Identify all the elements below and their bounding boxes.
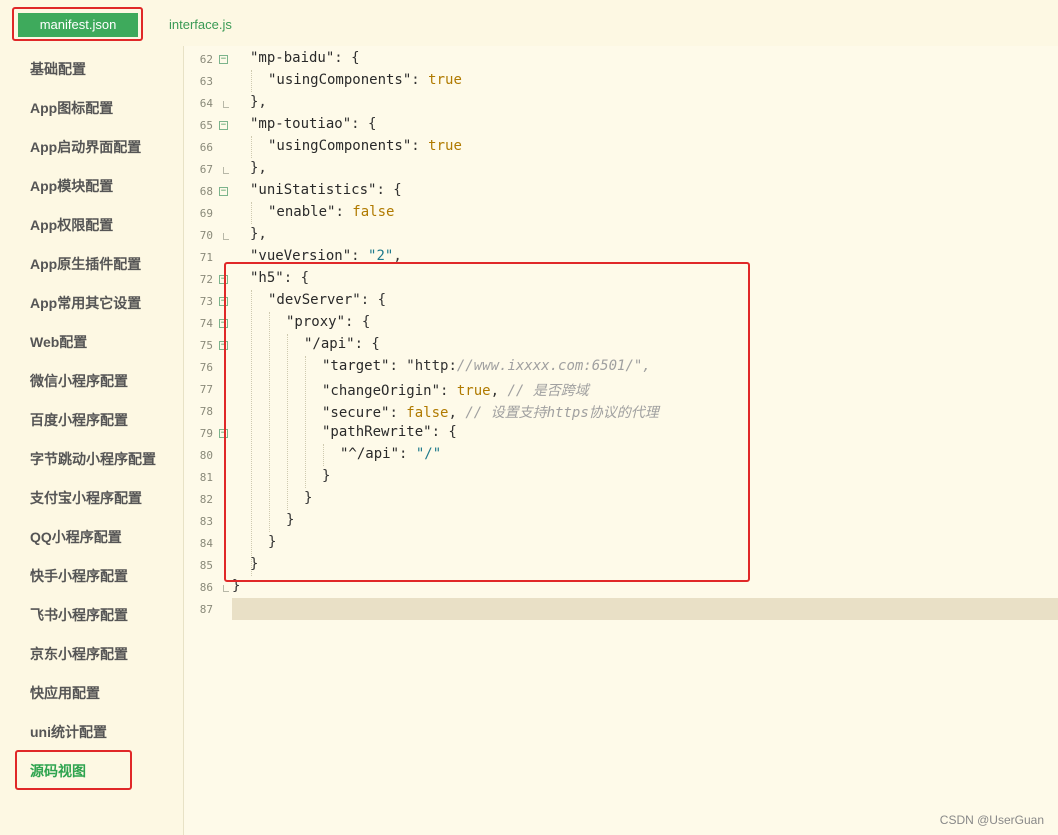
sidebar-item-kuaishou[interactable]: 快手小程序配置: [30, 566, 128, 586]
code-line: "uniStatistics": {: [250, 182, 402, 198]
line-number: 62: [199, 53, 213, 66]
sidebar-item-baidu[interactable]: 百度小程序配置: [30, 410, 128, 430]
code-line: },: [250, 94, 267, 110]
indent-guide: [251, 202, 252, 224]
code-line: },: [250, 160, 267, 176]
indent-guide: [251, 70, 252, 92]
code-highlight-box: [224, 262, 750, 582]
code-line: "enable": false: [268, 204, 395, 220]
line-number: 65: [199, 119, 213, 132]
tab-interface-js[interactable]: interface.js: [169, 17, 232, 32]
fold-end-icon: [223, 101, 229, 108]
sidebar-item-basic[interactable]: 基础配置: [30, 59, 86, 79]
sidebar-item-toutiao[interactable]: 字节跳动小程序配置: [30, 449, 156, 469]
fold-toggle-icon[interactable]: −: [219, 121, 228, 130]
sidebar-item-qq[interactable]: QQ小程序配置: [30, 527, 122, 547]
sidebar-item-jd[interactable]: 京东小程序配置: [30, 644, 128, 664]
line-number: 78: [199, 405, 213, 418]
current-line-highlight: [232, 598, 1058, 620]
indent-guide: [251, 136, 252, 158]
fold-toggle-icon[interactable]: −: [219, 55, 228, 64]
sidebar-item-app-other[interactable]: App常用其它设置: [30, 293, 141, 313]
sidebar-item-app-native-plugins[interactable]: App原生插件配置: [30, 254, 141, 274]
tab-highlight-box: [12, 7, 143, 41]
line-number: 77: [199, 383, 213, 396]
sidebar-item-app-permissions[interactable]: App权限配置: [30, 215, 113, 235]
sidebar-item-uni-stat[interactable]: uni统计配置: [30, 722, 107, 742]
fold-end-icon: [223, 233, 229, 240]
line-number: 66: [199, 141, 213, 154]
sidebar-item-feishu[interactable]: 飞书小程序配置: [30, 605, 128, 625]
line-number: 84: [199, 537, 213, 550]
fold-end-icon: [223, 167, 229, 174]
fold-end-icon: [223, 585, 229, 592]
manifest-config-sidebar: [0, 46, 184, 835]
line-number: 73: [199, 295, 213, 308]
sidebar-item-quickapp[interactable]: 快应用配置: [30, 683, 100, 703]
line-number: 68: [199, 185, 213, 198]
sidebar-item-app-modules[interactable]: App模块配置: [30, 176, 113, 196]
code-line: "usingComponents": true: [268, 72, 462, 88]
line-number: 82: [199, 493, 213, 506]
line-number: 64: [199, 97, 213, 110]
code-line: "mp-toutiao": {: [250, 116, 377, 132]
sidebar-item-web[interactable]: Web配置: [30, 332, 87, 352]
line-number: 69: [199, 207, 213, 220]
fold-toggle-icon[interactable]: −: [219, 187, 228, 196]
watermark: CSDN @UserGuan: [939, 813, 1044, 827]
editor-tab-bar: manifest.json interface.js: [0, 0, 1058, 46]
line-number: 70: [199, 229, 213, 242]
line-number: 67: [199, 163, 213, 176]
line-number: 79: [199, 427, 213, 440]
line-number: 72: [199, 273, 213, 286]
code-line: },: [250, 226, 267, 242]
line-number: 80: [199, 449, 213, 462]
line-number: 87: [199, 603, 213, 616]
sidebar-highlight-box: [15, 750, 132, 790]
line-number: 75: [199, 339, 213, 352]
line-number: 63: [199, 75, 213, 88]
line-number: 86: [199, 581, 213, 594]
code-line: "usingComponents": true: [268, 138, 462, 154]
line-number: 76: [199, 361, 213, 374]
line-number: 81: [199, 471, 213, 484]
line-number: 71: [199, 251, 213, 264]
sidebar-item-app-icon[interactable]: App图标配置: [30, 98, 113, 118]
code-line: "mp-baidu": {: [250, 50, 360, 66]
line-number: 83: [199, 515, 213, 528]
sidebar-item-weixin[interactable]: 微信小程序配置: [30, 371, 128, 391]
sidebar-item-app-splash[interactable]: App启动界面配置: [30, 137, 141, 157]
sidebar-item-alipay[interactable]: 支付宝小程序配置: [30, 488, 142, 508]
line-number: 74: [199, 317, 213, 330]
line-number: 85: [199, 559, 213, 572]
